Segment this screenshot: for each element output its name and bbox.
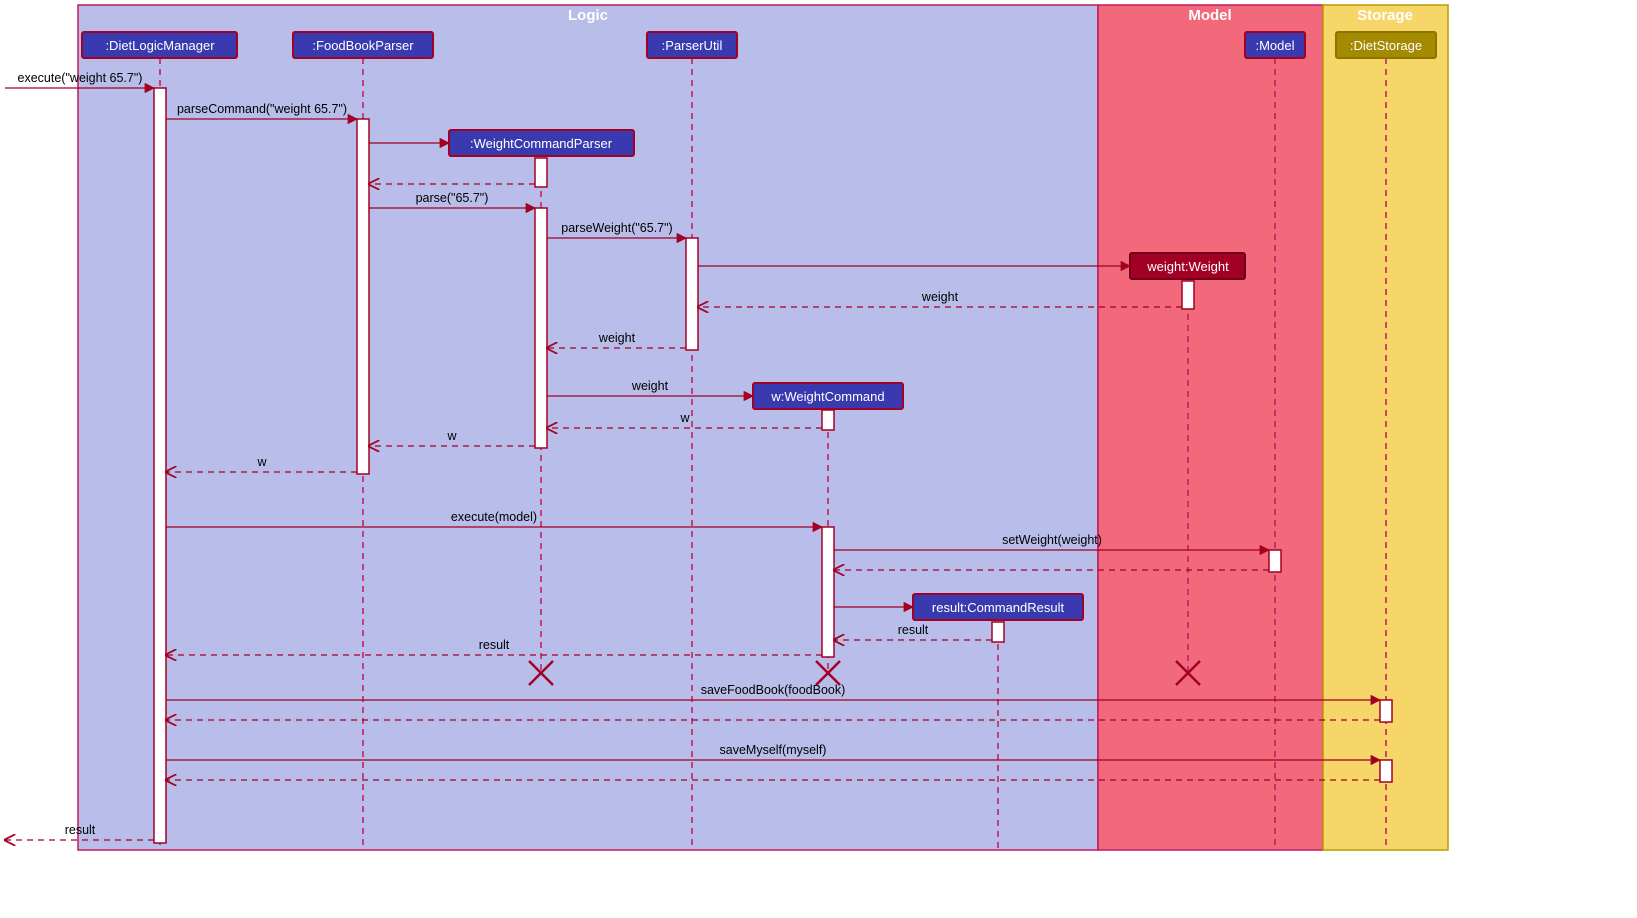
activation-wcp-create <box>535 158 547 187</box>
participant-commandresult: result:CommandResult <box>913 594 1083 620</box>
activation-wc-exec <box>822 527 834 657</box>
msg-setweight-label: setWeight(weight) <box>1002 533 1102 547</box>
region-logic-label: Logic <box>568 7 608 24</box>
msg-savefoodbook-label: saveFoodBook(foodBook) <box>701 683 846 697</box>
participant-weightcommandparser: :WeightCommandParser <box>449 130 634 156</box>
region-storage-label: Storage <box>1357 7 1413 24</box>
activation-weight-create <box>1182 281 1194 309</box>
participant-weight: weight:Weight <box>1130 253 1245 279</box>
participant-weight-label: weight:Weight <box>1146 259 1229 274</box>
activation-ds-1 <box>1380 700 1392 722</box>
participant-dietstorage: :DietStorage <box>1336 32 1436 58</box>
participant-commandresult-label: result:CommandResult <box>932 600 1065 615</box>
msg-weight-to-wc-label: weight <box>631 379 669 393</box>
msg-parsecommand-label: parseCommand("weight 65.7") <box>177 102 347 116</box>
participant-parserutil-label: :ParserUtil <box>662 38 723 53</box>
msg-w-return-3-label: w <box>256 455 267 469</box>
activation-wcp-parse <box>535 208 547 448</box>
region-model: Model <box>1098 5 1323 850</box>
msg-result-out-label: result <box>65 823 96 837</box>
participant-parserutil: :ParserUtil <box>647 32 737 58</box>
activation-wc-create <box>822 410 834 430</box>
activation-cr-create <box>992 622 1004 642</box>
participant-dietstorage-label: :DietStorage <box>1350 38 1422 53</box>
participant-model-label: :Model <box>1255 38 1294 53</box>
participant-foodbookparser-label: :FoodBookParser <box>312 38 414 53</box>
sequence-diagram: Logic Model Storage :DietLogicManager :F… <box>0 0 1637 918</box>
msg-savemyself-label: saveMyself(myself) <box>720 743 827 757</box>
msg-execute-weight-label: execute("weight 65.7") <box>18 71 143 85</box>
activation-dlm <box>154 88 166 843</box>
activation-ds-2 <box>1380 760 1392 782</box>
participant-weightcommand: w:WeightCommand <box>753 383 903 409</box>
msg-result-return-1-label: result <box>898 623 929 637</box>
msg-execute-model-label: execute(model) <box>451 510 537 524</box>
msg-w-return-2-label: w <box>446 429 457 443</box>
msg-parseweight-label: parseWeight("65.7") <box>561 221 672 235</box>
region-model-label: Model <box>1188 7 1231 24</box>
msg-parse-label: parse("65.7") <box>416 191 489 205</box>
participant-dietlogicmanager-label: :DietLogicManager <box>105 38 215 53</box>
participant-model: :Model <box>1245 32 1305 58</box>
msg-weight-return-2-label: weight <box>598 331 636 345</box>
msg-w-return-1-label: w <box>679 411 690 425</box>
participant-foodbookparser: :FoodBookParser <box>293 32 433 58</box>
msg-weight-return-1-label: weight <box>921 290 959 304</box>
activation-fbp <box>357 119 369 474</box>
participant-dietlogicmanager: :DietLogicManager <box>82 32 237 58</box>
participant-weightcommand-label: w:WeightCommand <box>770 389 884 404</box>
msg-result-return-2-label: result <box>479 638 510 652</box>
activation-pu <box>686 238 698 350</box>
participant-weightcommandparser-label: :WeightCommandParser <box>470 136 613 151</box>
activation-mdl <box>1269 550 1281 572</box>
